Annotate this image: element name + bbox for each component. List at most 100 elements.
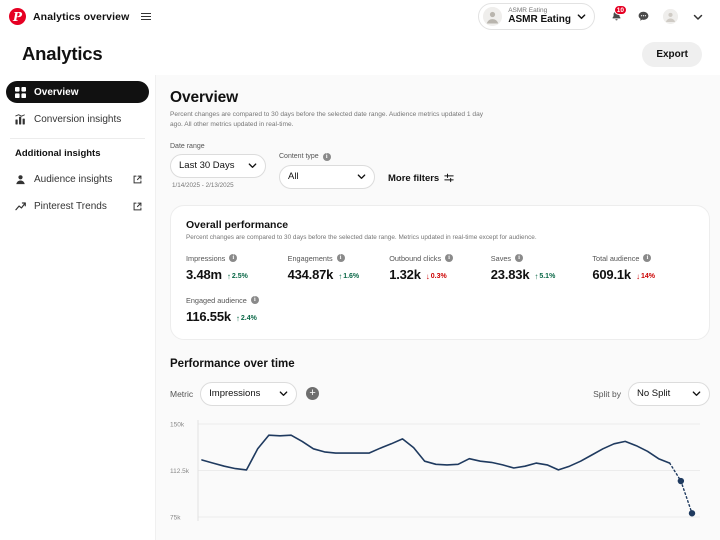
sidebar-item-conversion-insights-label: Conversion insights [34, 113, 122, 125]
main-content: Overview Percent changes are compared to… [156, 75, 720, 540]
svg-text:150k: 150k [170, 421, 185, 428]
metric-select[interactable]: Impressions [200, 381, 298, 406]
metric-delta: ↑ 5.1% [534, 271, 555, 281]
overall-performance-subtitle: Percent changes are compared to 30 days … [186, 233, 537, 241]
metric-label-text: Engaged audience [186, 295, 247, 305]
date-range-filter: Date range Last 30 Days 1/14/2025 - 2/13… [170, 143, 266, 189]
more-filters-button[interactable]: More filters [388, 173, 454, 189]
metric-value: 116.55k [186, 308, 231, 324]
performance-over-time-title: Performance over time [170, 357, 295, 370]
metrics-row-1: Impressions i 3.48m ↑ 2.5% Engagements i… [186, 254, 694, 282]
split-by-group: Split by No Split [593, 381, 710, 406]
arrow-up-icon: ↑ [338, 271, 343, 281]
trend-arrow-icon [15, 201, 26, 212]
body-wrapper: Overview Conversion insights Additional … [0, 75, 720, 540]
metric-impressions: Impressions i 3.48m ↑ 2.5% [186, 254, 288, 282]
messages-button[interactable] [631, 4, 656, 29]
person-icon [15, 174, 26, 185]
info-icon[interactable]: i [515, 254, 524, 263]
external-link-icon [133, 175, 142, 184]
sidebar-item-overview[interactable]: Overview [6, 81, 149, 103]
metric-label-text: Impressions [186, 253, 226, 263]
sidebar-item-conversion-insights[interactable]: Conversion insights [6, 108, 149, 130]
split-by-select[interactable]: No Split [628, 381, 710, 406]
chevron-down-icon [357, 172, 366, 181]
top-bar: P Analytics overview ASMR Eating ASMR Ea… [0, 0, 720, 33]
content-type-select[interactable]: All [279, 164, 375, 189]
account-switcher[interactable]: ASMR Eating ASMR Eating [478, 3, 595, 30]
metric-value: 434.87k [287, 266, 334, 282]
metric-delta-text: 0.3% [430, 273, 447, 281]
metric-value-row: 434.87k ↑ 1.6% [288, 267, 390, 282]
top-bar-right: ASMR Eating ASMR Eating 10 [478, 3, 710, 30]
metric-engagements: Engagements i 434.87k ↑ 1.6% [288, 254, 390, 282]
sidebar-item-audience-insights[interactable]: Audience insights [6, 168, 149, 190]
notifications-button[interactable]: 10 [604, 4, 629, 29]
grid-icon [15, 86, 26, 98]
date-range-note: 1/14/2025 - 2/13/2025 [172, 181, 234, 189]
profile-button[interactable] [658, 4, 683, 29]
info-icon[interactable]: i [322, 152, 331, 161]
split-by-label: Split by [593, 388, 621, 399]
metric-label-text: Outbound clicks [389, 253, 442, 263]
filter-sliders-icon [444, 173, 454, 183]
svg-text:112.5k: 112.5k [170, 468, 190, 475]
menu-hamburger-icon[interactable] [141, 12, 152, 21]
notification-badge: 10 [613, 5, 627, 15]
arrow-down-icon: ↓ [635, 271, 640, 281]
svg-text:75k: 75k [170, 514, 181, 521]
info-icon[interactable]: i [250, 296, 259, 305]
export-button[interactable]: Export [642, 41, 702, 67]
info-icon[interactable]: i [643, 254, 652, 263]
account-text: ASMR Eating ASMR Eating [508, 7, 571, 25]
metric-delta: ↓ 0.3% [425, 271, 447, 281]
performance-chart[interactable]: 150k 112.5k 75k [170, 416, 710, 521]
metric-delta-text: 1.6% [343, 273, 360, 281]
arrow-up-icon: ↑ [534, 271, 539, 281]
metric-delta: ↓ 14% [635, 271, 655, 281]
analytics-app: P Analytics overview ASMR Eating ASMR Ea… [0, 0, 720, 540]
metric-label: Total audience i [592, 254, 694, 263]
metric-label: Outbound clicks i [389, 254, 491, 263]
split-by-value: No Split [637, 388, 671, 400]
arrow-down-icon: ↓ [425, 271, 430, 281]
chevron-down-icon [693, 12, 703, 21]
overall-performance-title: Overall performance [186, 218, 289, 231]
content-type-filter: Content type i All [279, 152, 375, 189]
sidebar: Overview Conversion insights Additional … [0, 75, 156, 540]
metric-delta-text: 2.5% [231, 273, 248, 281]
metric-value-row: 1.32k ↓ 0.3% [389, 267, 491, 282]
metric-value-row: 23.83k ↑ 5.1% [491, 267, 593, 282]
metric-value: 609.1k [592, 266, 631, 282]
page-header: Analytics Export [0, 33, 720, 75]
arrow-up-icon: ↑ [226, 271, 231, 281]
metric-engaged-audience: Engaged audience i 116.55k ↑ 2.4% [186, 296, 259, 324]
filters-row: Date range Last 30 Days 1/14/2025 - 2/13… [170, 143, 710, 189]
bar-chart-icon [15, 113, 26, 125]
account-menu-chevron-button[interactable] [685, 4, 710, 29]
metric-value-row: 609.1k ↓ 14% [592, 267, 694, 282]
sidebar-item-pinterest-trends[interactable]: Pinterest Trends [6, 195, 149, 217]
date-range-value: Last 30 Days [179, 160, 235, 172]
metric-outbound-clicks: Outbound clicks i 1.32k ↓ 0.3% [389, 254, 491, 282]
info-icon[interactable]: i [229, 254, 238, 263]
metric-saves: Saves i 23.83k ↑ 5.1% [491, 254, 593, 282]
info-icon[interactable]: i [445, 254, 454, 263]
overview-subtitle: Percent changes are compared to 30 days … [170, 111, 484, 128]
add-metric-button[interactable]: + [306, 387, 320, 401]
arrow-up-icon: ↑ [235, 313, 240, 323]
metric-value: 23.83k [490, 266, 530, 282]
brand-title: Analytics overview [33, 10, 130, 23]
brand[interactable]: P Analytics overview [9, 8, 152, 25]
chevron-down-icon [692, 389, 701, 398]
date-range-label: Date range [170, 142, 205, 150]
date-range-select[interactable]: Last 30 Days [170, 153, 266, 178]
content-type-value: All [288, 171, 299, 183]
metric-delta-text: 2.4% [240, 315, 257, 323]
info-icon[interactable]: i [336, 254, 345, 263]
metric-select-label: Metric [170, 388, 194, 399]
account-avatar [483, 7, 503, 26]
metric-value-row: 3.48m ↑ 2.5% [186, 267, 288, 282]
metric-label: Saves i [491, 254, 593, 263]
metric-value: 1.32k [389, 266, 421, 282]
